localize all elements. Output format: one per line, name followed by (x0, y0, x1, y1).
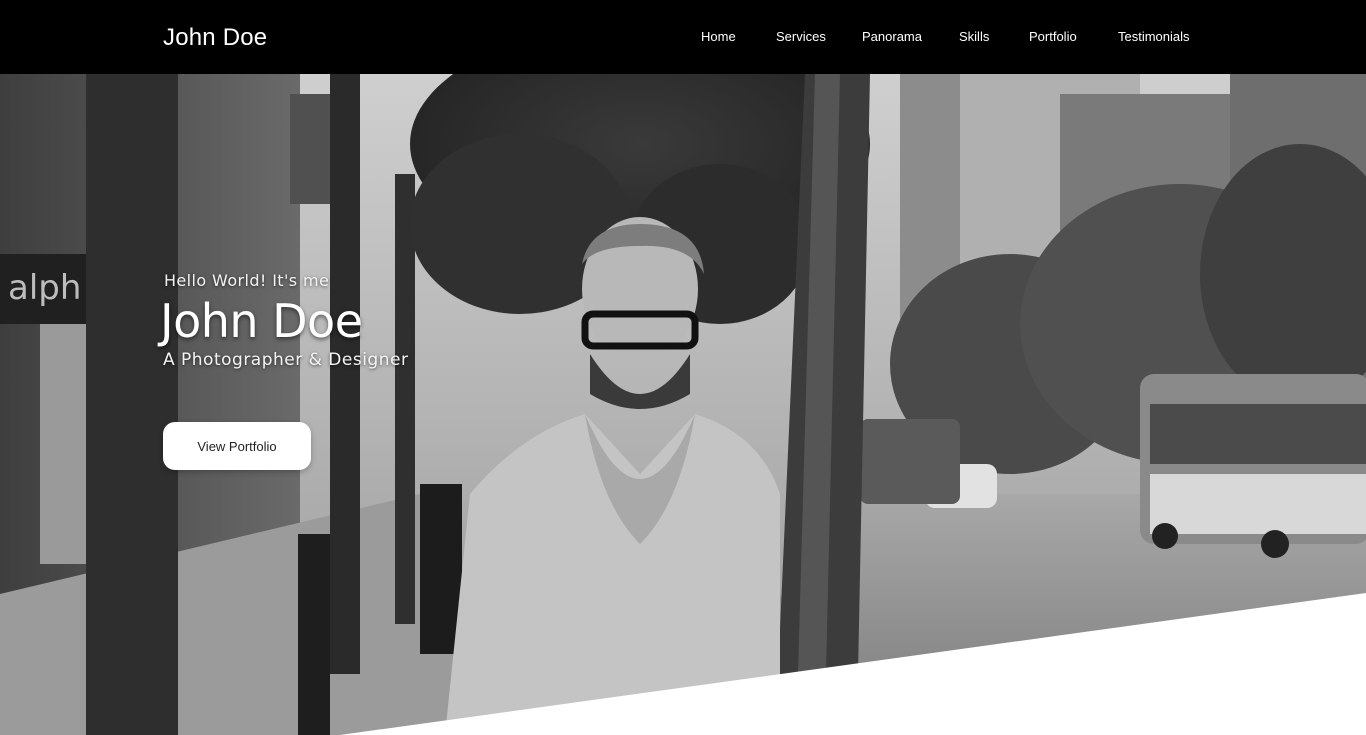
hero-text: Hello World! It's me John Doe A Photogra… (0, 74, 1366, 735)
nav-menu: Home Services Panorama Skills Portfolio … (0, 0, 1366, 74)
hero-section: alph Hello World! It's me John Doe A Pho… (0, 74, 1366, 735)
view-portfolio-button[interactable]: View Portfolio (163, 422, 311, 470)
hero-name: John Doe (160, 294, 363, 348)
nav-link-skills[interactable]: Skills (959, 29, 989, 45)
hero-tagline: A Photographer & Designer (163, 350, 409, 370)
navbar: John Doe Home Services Panorama Skills P… (0, 0, 1366, 74)
hero-greeting: Hello World! It's me (164, 271, 330, 290)
nav-link-portfolio[interactable]: Portfolio (1029, 29, 1077, 45)
nav-link-services[interactable]: Services (776, 29, 826, 45)
nav-link-testimonials[interactable]: Testimonials (1118, 29, 1190, 45)
nav-link-panorama[interactable]: Panorama (862, 29, 922, 45)
nav-link-home[interactable]: Home (701, 29, 736, 45)
